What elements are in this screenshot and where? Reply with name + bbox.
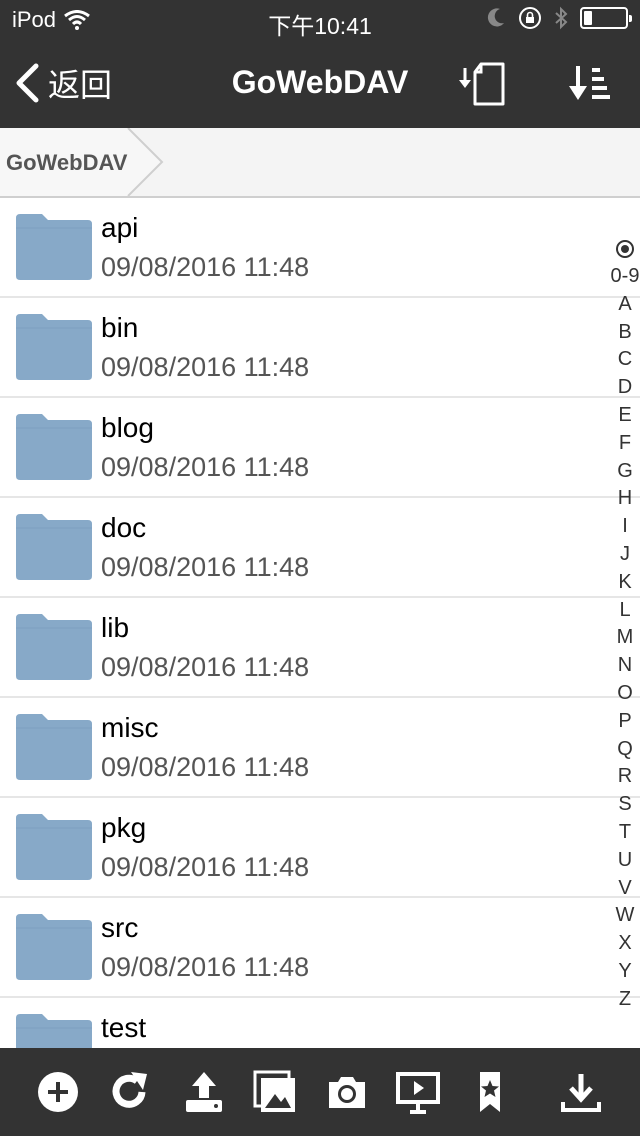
folder-icon: [16, 914, 92, 980]
index-letter[interactable]: O: [610, 679, 640, 707]
refresh-button[interactable]: [104, 1068, 154, 1116]
file-row[interactable]: lib 09/08/2016 11:48: [0, 598, 640, 698]
file-name: src: [101, 912, 139, 943]
file-name: bin: [101, 312, 139, 343]
folder-icon: [16, 414, 92, 480]
breadcrumb: GoWebDAV: [0, 128, 640, 198]
index-letter[interactable]: W: [610, 901, 640, 929]
index-letter[interactable]: N: [610, 651, 640, 679]
camera-button[interactable]: [322, 1068, 372, 1116]
index-letter[interactable]: Z: [610, 985, 640, 1013]
breadcrumb-label: GoWebDAV: [6, 150, 128, 175]
index-letter[interactable]: L: [610, 596, 640, 624]
navigation-bar: 返回 GoWebDAV: [0, 40, 640, 128]
radio-icon[interactable]: [616, 240, 634, 258]
moon-icon: [487, 8, 504, 27]
index-letter[interactable]: C: [610, 345, 640, 373]
index-letter[interactable]: P: [610, 707, 640, 735]
file-name: lib: [101, 612, 130, 643]
refresh-icon: [112, 1072, 147, 1108]
photos-icon: [253, 1070, 295, 1112]
bookmark-icon: [480, 1072, 500, 1112]
file-row[interactable]: pkg 09/08/2016 11:48: [0, 798, 640, 898]
folder-icon: [16, 314, 92, 380]
index-letter[interactable]: I: [610, 512, 640, 540]
sort-list-button[interactable]: [564, 60, 616, 108]
download-icon: [561, 1074, 601, 1112]
index-letter[interactable]: M: [610, 623, 640, 651]
index-letter[interactable]: F: [610, 429, 640, 457]
index-letter[interactable]: K: [610, 568, 640, 596]
index-letter[interactable]: J: [610, 540, 640, 568]
download-button[interactable]: [556, 1068, 606, 1116]
file-name: blog: [101, 412, 154, 443]
folder-icon: [16, 614, 92, 680]
file-name: pkg: [101, 812, 147, 843]
status-bar: iPod 下午10:41: [0, 0, 640, 40]
battery-fill: [584, 11, 592, 25]
file-date: 09/08/2016 11:48: [101, 452, 310, 482]
present-icon: [396, 1072, 440, 1114]
index-letter[interactable]: E: [610, 401, 640, 429]
index-letter[interactable]: 0-9: [610, 262, 640, 290]
status-icons: [486, 6, 632, 30]
file-row[interactable]: misc 09/08/2016 11:48: [0, 698, 640, 798]
index-letter[interactable]: G: [610, 457, 640, 485]
file-name: test: [101, 1012, 147, 1043]
index-letter[interactable]: Q: [610, 735, 640, 763]
file-row[interactable]: test09/08/2016 11:48: [0, 998, 640, 1048]
index-letter[interactable]: X: [610, 929, 640, 957]
folder-icon: [16, 814, 92, 880]
upload-icon: [186, 1072, 222, 1112]
index-letter[interactable]: T: [610, 818, 640, 846]
index-letter[interactable]: U: [610, 846, 640, 874]
file-date: 09/08/2016 11:48: [101, 952, 310, 982]
folder-icon: [16, 1014, 92, 1048]
file-row[interactable]: src 09/08/2016 11:48: [0, 898, 640, 998]
orientation-lock-icon: [519, 7, 541, 29]
file-date: 09/08/2016 11:48: [101, 652, 310, 682]
file-name: api: [101, 212, 139, 243]
bluetooth-icon: [555, 6, 568, 30]
file-date: 09/08/2016 11:48: [101, 552, 310, 582]
index-letter[interactable]: H: [610, 484, 640, 512]
file-date: 09/08/2016 11:48: [101, 252, 310, 282]
file-row[interactable]: bin 09/08/2016 11:48: [0, 298, 640, 398]
battery-icon: [580, 7, 632, 29]
sort-file-button[interactable]: [456, 60, 508, 108]
folder-icon: [16, 514, 92, 580]
top-bar: iPod 下午10:41 返回 GoWebDAV: [0, 0, 640, 128]
file-date: 09/08/2016 11:48: [101, 852, 310, 882]
file-list: api 09/08/2016 11:48 bin 09/08/2016 11:48 bl…: [0, 198, 640, 1048]
index-letter[interactable]: Y: [610, 957, 640, 985]
file-date: 09/08/2016 11:48: [101, 352, 310, 382]
camera-icon: [329, 1077, 365, 1108]
index-letter[interactable]: R: [610, 762, 640, 790]
add-button[interactable]: [33, 1068, 83, 1116]
file-name: doc: [101, 512, 147, 543]
bookmark-button[interactable]: [465, 1068, 515, 1116]
alphabet-index[interactable]: 0-9 A B C D E F G H I J K L M N O P Q R S T U V W X Y Z: [610, 232, 640, 1022]
folder-icon: [16, 214, 92, 280]
bottom-toolbar: [0, 1048, 640, 1136]
sort-file-icon: [459, 62, 505, 106]
index-letter[interactable]: V: [610, 874, 640, 902]
file-row[interactable]: blog 09/08/2016 11:48: [0, 398, 640, 498]
index-letter[interactable]: A: [610, 290, 640, 318]
index-letter[interactable]: B: [610, 318, 640, 346]
photos-button[interactable]: [250, 1068, 300, 1116]
add-icon: [38, 1072, 78, 1112]
file-row[interactable]: doc 09/08/2016 11:48: [0, 498, 640, 598]
present-button[interactable]: [393, 1068, 443, 1116]
sort-list-icon: [569, 66, 610, 100]
file-row[interactable]: api 09/08/2016 11:48: [0, 198, 640, 298]
file-name: misc: [101, 712, 159, 743]
folder-icon: [16, 714, 92, 780]
index-letter[interactable]: S: [610, 790, 640, 818]
upload-button[interactable]: [179, 1068, 229, 1116]
file-date: 09/08/2016 11:48: [101, 752, 310, 782]
index-letter[interactable]: D: [610, 373, 640, 401]
page-title: GoWebDAV: [231, 64, 409, 100]
